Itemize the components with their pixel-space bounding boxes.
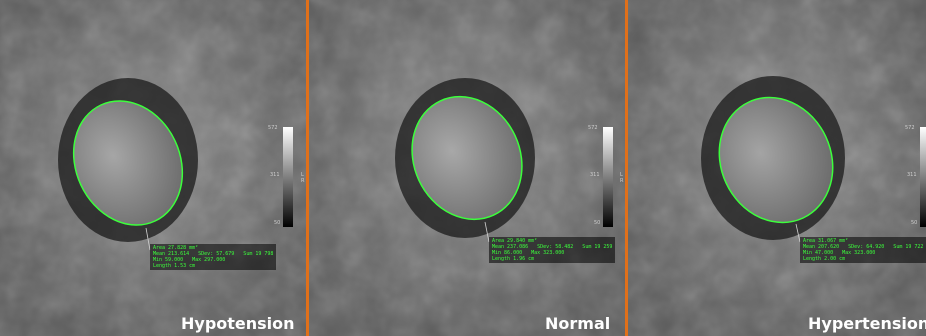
roi-length: Length 1.53 cm [153, 263, 196, 269]
panel-normal[interactable]: Area 29.840 mm² Mean 237.086 SDev: 58.482… [309, 0, 625, 336]
colorbar-max-label: 572 [905, 125, 915, 131]
mri-slice-hypertension [628, 0, 926, 336]
colorbar-mid-label: 311 [590, 172, 600, 178]
panel-caption: Hypertension [808, 314, 926, 333]
panel-caption: Normal [545, 314, 611, 333]
colorbar-min-label: 50 [594, 220, 601, 226]
roi-length: Length 1.96 cm [492, 256, 535, 262]
panel-caption: Hypotension [181, 314, 295, 333]
panel-hypertension[interactable]: Area 31.067 mm² Mean 207.620 SDev: 64.920… [628, 0, 926, 336]
panel-hypotension[interactable]: Area 27.828 mm² Mean 213.614 SDev: 57.679… [0, 0, 306, 336]
colorbar-max-label: 572 [588, 125, 598, 131]
colorbar-min-label: 50 [911, 220, 918, 226]
colorbar-mid-label: 311 [270, 172, 280, 178]
colorbar-min-label: 50 [274, 220, 281, 226]
roi-length: Length 2.00 cm [803, 256, 846, 262]
colorbar-mid-label: 311 [907, 172, 917, 178]
grayscale-colorbar [283, 127, 293, 227]
image-comparison-viewer: Area 27.828 mm² Mean 213.614 SDev: 57.679… [0, 0, 926, 336]
grayscale-colorbar [920, 127, 926, 227]
grayscale-colorbar [603, 127, 613, 227]
mri-slice-hypotension [0, 0, 306, 336]
roi-measurement-box: Area 29.840 mm² Mean 237.086 SDev: 58.482… [489, 237, 616, 263]
colorbar-max-label: 572 [268, 125, 278, 131]
roi-measurement-box: Area 31.067 mm² Mean 207.620 SDev: 64.920… [800, 237, 926, 263]
roi-measurement-box: Area 27.828 mm² Mean 213.614 SDev: 57.679… [150, 244, 277, 270]
mri-slice-normal [309, 0, 625, 336]
